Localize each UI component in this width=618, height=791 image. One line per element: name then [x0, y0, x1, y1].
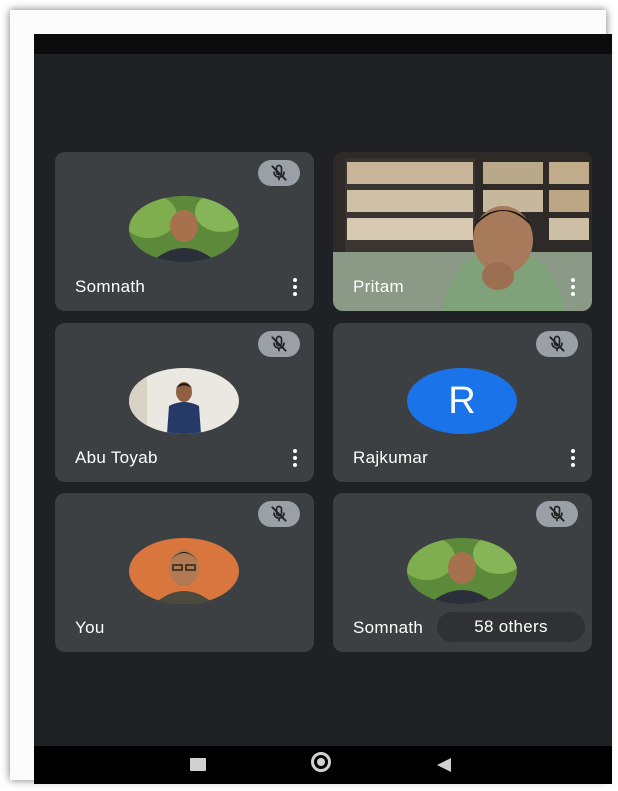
participant-tile-rajkumar[interactable]: R Rajkumar [333, 323, 592, 482]
avatar [129, 196, 239, 262]
mic-off-icon [258, 160, 300, 186]
participant-tile-others[interactable]: Somnath 58 others [333, 493, 592, 652]
meet-call-screen: Somnath Pritam Abu Toyab R Rajkumar You … [34, 34, 612, 784]
more-vert-icon[interactable] [570, 449, 576, 469]
participant-name: Abu Toyab [75, 448, 158, 467]
more-vert-icon[interactable] [570, 278, 576, 298]
participant-tile-you[interactable]: You [55, 493, 314, 652]
triangle-back-icon[interactable] [435, 757, 453, 773]
initial-avatar: R [407, 368, 517, 434]
more-vert-icon[interactable] [292, 278, 298, 298]
system-nav-bar [34, 746, 612, 784]
participant-tile-abu-toyab[interactable]: Abu Toyab [55, 323, 314, 482]
participant-name: Somnath [353, 618, 424, 637]
participant-tile-pritam[interactable]: Pritam [333, 152, 592, 311]
participant-name: You [75, 618, 105, 637]
avatar [129, 368, 239, 434]
participant-name: Rajkumar [353, 448, 429, 467]
mic-off-icon [536, 501, 578, 527]
more-vert-icon[interactable] [292, 449, 298, 469]
participant-tile-somnath[interactable]: Somnath [55, 152, 314, 311]
circle-icon[interactable] [311, 752, 331, 772]
avatar [407, 538, 517, 604]
mic-off-icon [258, 331, 300, 357]
mic-off-icon [536, 331, 578, 357]
screenshot-frame: Somnath Pritam Abu Toyab R Rajkumar You … [10, 10, 612, 784]
others-count-badge[interactable]: 58 others [437, 612, 585, 642]
mic-off-icon [258, 501, 300, 527]
participant-name: Somnath [75, 277, 146, 296]
avatar [129, 538, 239, 604]
participant-name: Pritam [353, 277, 404, 296]
square-icon[interactable] [190, 758, 206, 771]
status-bar [34, 34, 612, 54]
